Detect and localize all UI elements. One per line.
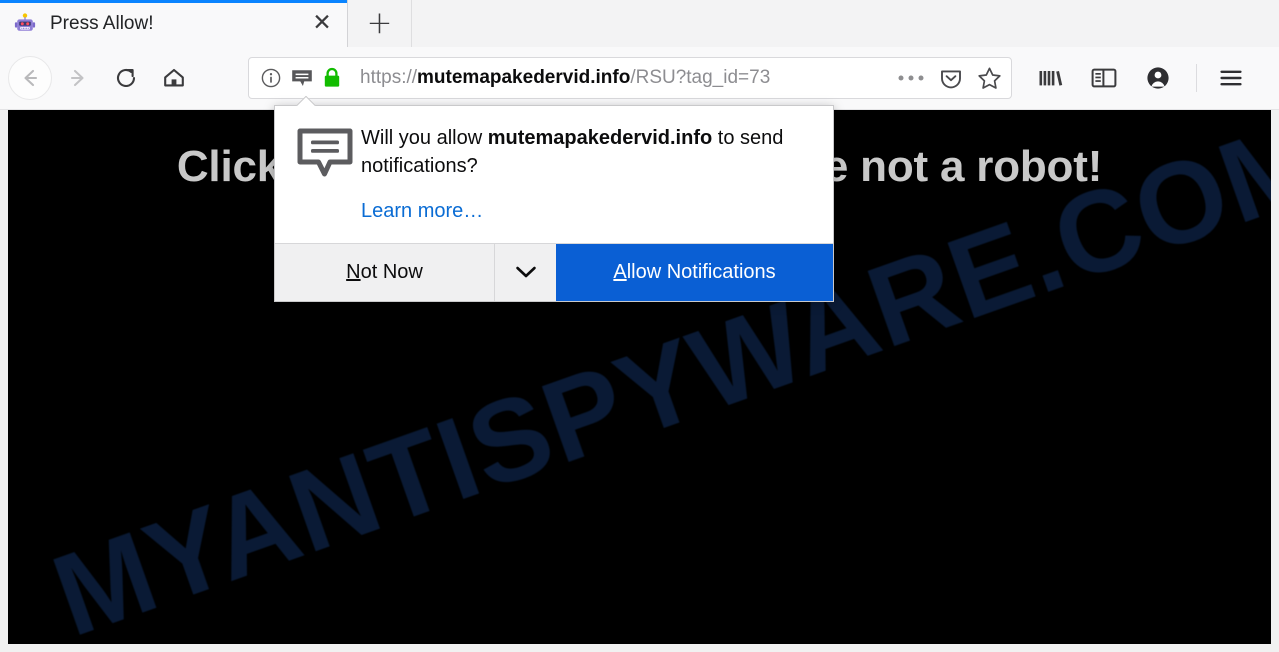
firefox-browser-window: Press Allow! ✕ + https://mutemapakedervi… <box>0 0 1279 652</box>
not-now-label-rest: ot Now <box>360 260 423 283</box>
url-text[interactable]: https://mutemapakedervid.info/RSU?tag_id… <box>360 67 878 89</box>
account-avatar-icon <box>1144 64 1172 92</box>
url-path: /RSU?tag_id=73 <box>630 67 771 88</box>
pocket-icon <box>938 65 964 91</box>
address-bar[interactable]: https://mutemapakedervid.info/RSU?tag_id… <box>248 57 1012 99</box>
identity-info-button[interactable] <box>259 66 283 90</box>
padlock-icon[interactable] <box>321 66 343 90</box>
page-actions-button[interactable] <box>896 73 926 83</box>
allow-label-rest: llow Notifications <box>626 260 776 283</box>
library-icon <box>1036 65 1064 91</box>
notification-bubble-icon <box>297 124 355 223</box>
browser-tab-press-allow[interactable]: Press Allow! ✕ <box>0 0 348 47</box>
app-menu-button[interactable] <box>1209 56 1253 100</box>
toolbar-right-buttons <box>1028 56 1263 100</box>
notification-permission-dialog: Will you allow mutemapakedervid.info to … <box>274 105 834 302</box>
allow-notifications-button[interactable]: Allow Notifications <box>556 243 833 301</box>
reload-icon <box>113 65 139 91</box>
tab-strip-empty-area <box>412 0 1279 47</box>
doorhanger-texts: Will you allow mutemapakedervid.info to … <box>355 124 813 223</box>
chevron-down-icon <box>514 264 538 280</box>
info-circle-icon <box>259 66 283 90</box>
robot-favicon <box>14 12 36 35</box>
doorhanger-arrow <box>296 96 316 106</box>
question-prefix: Will you allow <box>361 127 488 149</box>
library-button[interactable] <box>1028 56 1072 100</box>
question-host: mutemapakedervid.info <box>487 127 713 149</box>
speech-bubble-icon <box>290 67 314 89</box>
reload-button[interactable] <box>104 56 148 100</box>
pocket-button[interactable] <box>938 65 964 91</box>
url-host: mutemapakedervid.info <box>417 67 631 88</box>
notification-permission-button[interactable] <box>290 67 314 89</box>
tab-title: Press Allow! <box>50 12 154 34</box>
tab-close-button[interactable]: ✕ <box>307 9 337 39</box>
new-tab-button[interactable]: + <box>348 0 412 47</box>
hamburger-menu-icon <box>1217 66 1245 90</box>
doorhanger-footer: Not Now Allow Notifications <box>275 242 833 301</box>
forward-button[interactable] <box>56 56 100 100</box>
address-bar-actions <box>884 65 1003 92</box>
toolbar-separator <box>1196 64 1197 92</box>
star-icon <box>976 65 1003 92</box>
sidebar-icon <box>1090 65 1118 91</box>
permission-question: Will you allow mutemapakedervid.info to … <box>361 124 811 181</box>
home-button[interactable] <box>152 56 196 100</box>
ellipsis-icon <box>896 73 926 83</box>
url-scheme: https:// <box>360 67 418 88</box>
forward-arrow-icon <box>65 65 91 91</box>
back-arrow-icon <box>17 65 43 91</box>
tab-strip: Press Allow! ✕ + <box>0 0 1279 47</box>
doorhanger-dropdown-button[interactable] <box>494 243 556 301</box>
account-button[interactable] <box>1136 56 1180 100</box>
sidebar-button[interactable] <box>1082 56 1126 100</box>
back-button[interactable] <box>8 56 52 100</box>
allow-accesskey: A <box>613 260 627 283</box>
bookmark-button[interactable] <box>976 65 1003 92</box>
doorhanger-body: Will you allow mutemapakedervid.info to … <box>275 106 833 243</box>
learn-more-link[interactable]: Learn more… <box>361 200 483 223</box>
home-icon <box>161 65 187 91</box>
not-now-accesskey: N <box>346 260 361 283</box>
not-now-button[interactable]: Not Now <box>275 243 494 301</box>
navigation-toolbar: https://mutemapakedervid.info/RSU?tag_id… <box>0 47 1279 110</box>
